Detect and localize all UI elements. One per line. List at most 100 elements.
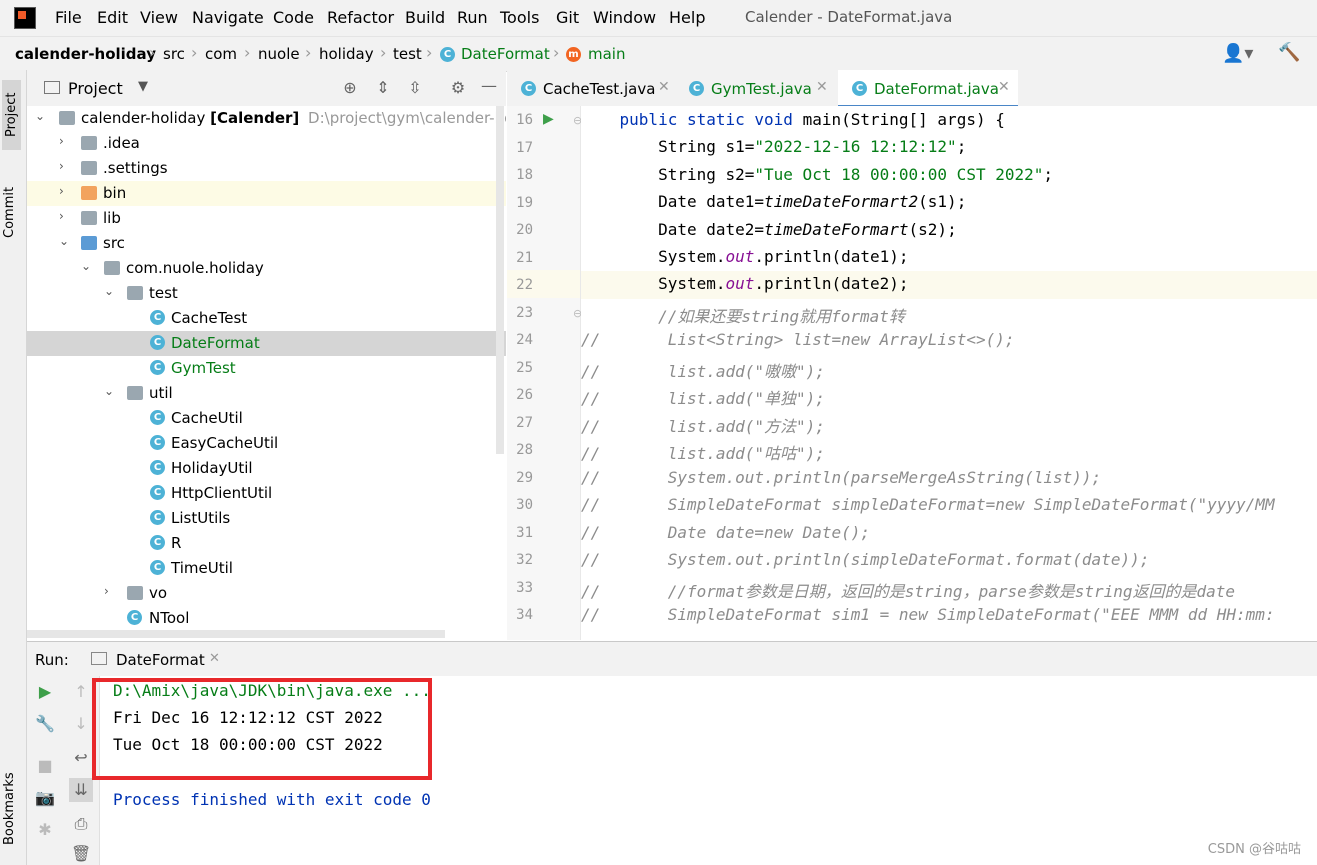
tree-item-idea[interactable]: › .idea <box>27 131 506 156</box>
tree-item-listutils[interactable]: C ListUtils <box>27 506 506 531</box>
menu-file[interactable]: File <box>55 8 82 27</box>
tree-item-vo[interactable]: › vo <box>27 581 506 606</box>
tree-item-root[interactable]: ⌄ calender-holiday [Calender] D:\project… <box>27 106 506 131</box>
rerun-icon[interactable]: ▶ <box>35 682 55 701</box>
bug-icon[interactable]: ✱ <box>35 820 55 839</box>
project-panel-title[interactable]: Project <box>68 79 123 98</box>
run-tab-dateformat[interactable]: DateFormat <box>116 651 205 669</box>
class-icon: C <box>689 81 704 96</box>
dropdown-arrow-icon[interactable]: ▼ <box>138 79 148 94</box>
collapsed-arrow-icon[interactable]: › <box>59 134 64 148</box>
breadcrumb-test[interactable]: test <box>393 45 422 63</box>
menu-git[interactable]: Git <box>556 8 579 27</box>
line-number: 29 <box>516 470 533 486</box>
commented-code-line: // list.add("咕咕"); <box>581 444 825 463</box>
run-gutter-icon[interactable]: ▶ <box>543 111 554 127</box>
collapse-all-icon[interactable]: ⇳ <box>405 78 425 97</box>
tree-item-cachetest[interactable]: C CacheTest <box>27 306 506 331</box>
tree-item-holidayutil[interactable]: C HolidayUtil <box>27 456 506 481</box>
menu-refactor[interactable]: Refactor <box>327 8 394 27</box>
menu-help[interactable]: Help <box>669 8 705 27</box>
folder-icon <box>81 136 97 150</box>
tree-item-httpclientutil[interactable]: C HttpClientUtil <box>27 481 506 506</box>
arrow-up-icon[interactable]: ↑ <box>71 682 91 701</box>
tree-item-lib[interactable]: › lib <box>27 206 506 231</box>
tree-horizontal-scrollbar[interactable] <box>27 630 445 638</box>
menu-code[interactable]: Code <box>273 8 314 27</box>
bookmarks-tool-tab[interactable]: Bookmarks <box>2 765 17 845</box>
tree-item-package[interactable]: ⌄ com.nuole.holiday <box>27 256 506 281</box>
build-hammer-icon[interactable]: 🔨 <box>1278 42 1300 63</box>
breadcrumb-nuole[interactable]: nuole <box>258 45 300 63</box>
collapsed-arrow-icon[interactable]: › <box>59 184 64 198</box>
tab-cachetest[interactable]: C CacheTest.java ✕ <box>507 70 675 105</box>
print-icon[interactable]: ⎙ <box>71 814 91 834</box>
trash-icon[interactable]: 🗑 <box>71 844 91 863</box>
menu-window[interactable]: Window <box>593 8 656 27</box>
expanded-arrow-icon[interactable]: ⌄ <box>59 234 69 248</box>
class-icon: C <box>150 310 165 325</box>
menu-run[interactable]: Run <box>457 8 488 27</box>
commented-code-line: // //format参数是日期，返回的是string，parse参数是stri… <box>581 582 1236 601</box>
expanded-arrow-icon[interactable]: ⌄ <box>35 109 45 123</box>
breadcrumb-com[interactable]: com <box>205 45 237 63</box>
expanded-arrow-icon[interactable]: ⌄ <box>104 284 114 298</box>
minimize-icon[interactable]: — <box>479 76 499 95</box>
line-number: 32 <box>516 552 533 568</box>
tree-item-label: DateFormat <box>171 334 260 352</box>
tree-item-src[interactable]: ⌄ src <box>27 231 506 256</box>
breadcrumb-method[interactable]: main <box>588 45 625 63</box>
tree-item-r[interactable]: C R <box>27 531 506 556</box>
collapsed-arrow-icon[interactable]: › <box>59 209 64 223</box>
tree-item-bin[interactable]: › bin <box>27 181 506 206</box>
menu-view[interactable]: View <box>140 8 178 27</box>
soft-wrap-icon[interactable]: ↩ <box>71 748 91 767</box>
close-icon[interactable]: ✕ <box>998 79 1010 95</box>
project-tree: ⌄ calender-holiday [Calender] D:\project… <box>27 106 506 640</box>
close-icon[interactable]: ✕ <box>658 79 670 95</box>
tree-item-label: EasyCacheUtil <box>171 434 279 452</box>
scroll-to-end-icon[interactable]: ⇊ <box>69 778 93 802</box>
tree-item-util[interactable]: ⌄ util <box>27 381 506 406</box>
close-icon[interactable]: ✕ <box>209 651 220 666</box>
breadcrumb-holiday[interactable]: holiday <box>319 45 374 63</box>
breadcrumb-project[interactable]: calender-holiday <box>15 45 156 63</box>
tree-item-test[interactable]: ⌄ test <box>27 281 506 306</box>
tree-item-cacheutil[interactable]: C CacheUtil <box>27 406 506 431</box>
collapsed-arrow-icon[interactable]: › <box>104 584 109 598</box>
tree-item-gymtest[interactable]: C GymTest <box>27 356 506 381</box>
menu-edit[interactable]: Edit <box>97 8 128 27</box>
breadcrumb-src[interactable]: src <box>163 45 185 63</box>
left-tool-stripe: Project Commit Bookmarks <box>0 70 27 865</box>
user-icon[interactable]: 👤▾ <box>1222 43 1253 64</box>
collapsed-arrow-icon[interactable]: › <box>59 159 64 173</box>
tree-item-timeutil[interactable]: C TimeUtil <box>27 556 506 581</box>
camera-icon[interactable]: 📷 <box>35 788 55 807</box>
commit-tool-tab[interactable]: Commit <box>2 170 17 238</box>
close-icon[interactable]: ✕ <box>816 79 828 95</box>
menu-navigate[interactable]: Navigate <box>192 8 264 27</box>
current-code-line: System.out.println(date2); <box>581 271 1317 299</box>
expand-all-icon[interactable]: ⇕ <box>373 78 393 97</box>
tree-item-easycacheutil[interactable]: C EasyCacheUtil <box>27 431 506 456</box>
wrench-icon[interactable]: 🔧 <box>35 714 55 733</box>
expanded-arrow-icon[interactable]: ⌄ <box>81 259 91 273</box>
arrow-down-icon[interactable]: ↓ <box>71 714 91 733</box>
gear-icon[interactable]: ⚙ <box>448 78 468 97</box>
tab-dateformat[interactable]: C DateFormat.java ✕ <box>838 70 1018 108</box>
tab-label: DateFormat.java <box>874 80 999 98</box>
tab-gymtest[interactable]: C GymTest.java ✕ <box>675 70 838 105</box>
tree-item-settings[interactable]: › .settings <box>27 156 506 181</box>
menu-build[interactable]: Build <box>405 8 445 27</box>
menu-tools[interactable]: Tools <box>500 8 539 27</box>
tree-item-ntool[interactable]: C NTool <box>27 606 506 631</box>
project-tool-tab[interactable]: Project <box>2 80 21 150</box>
locate-target-icon[interactable]: ⊕ <box>340 78 360 97</box>
tree-item-dateformat[interactable]: C DateFormat <box>27 331 506 356</box>
line-number: 31 <box>516 525 533 541</box>
stop-icon[interactable]: ■ <box>35 756 55 775</box>
breadcrumb-class[interactable]: DateFormat <box>461 45 550 63</box>
expanded-arrow-icon[interactable]: ⌄ <box>104 384 114 398</box>
tree-vertical-scrollbar[interactable] <box>496 106 504 454</box>
code-editor[interactable]: public static void main(String[] args) {… <box>581 106 1317 640</box>
